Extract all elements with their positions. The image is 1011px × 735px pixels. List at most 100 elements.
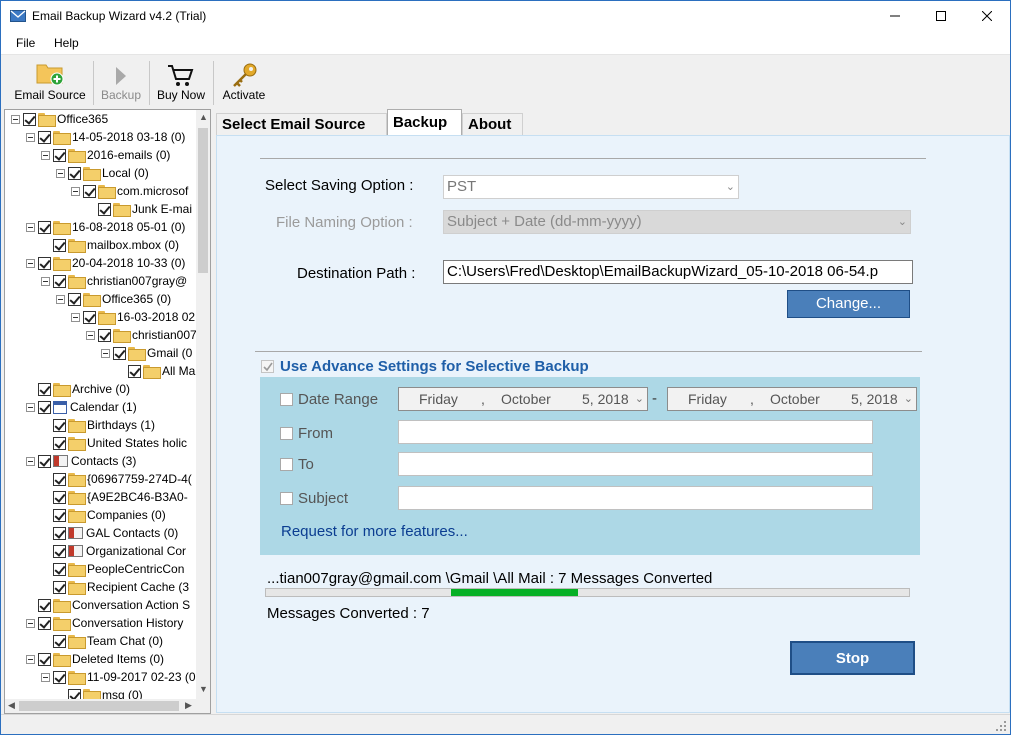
tab-backup[interactable]: Backup (387, 109, 462, 136)
tree-item[interactable]: com.microsof (71, 182, 188, 200)
tab-select-email-source[interactable]: Select Email Source (216, 113, 387, 136)
tree-item[interactable]: Office365 (0) (56, 290, 171, 308)
tree-item[interactable]: msg (0) (56, 686, 143, 699)
stop-button[interactable]: Stop (790, 641, 915, 675)
saving-option-select[interactable]: PST ⌄ (443, 175, 739, 199)
tree-item[interactable]: 16-08-2018 05-01 (0) (26, 218, 185, 236)
activate-button[interactable]: Activate (217, 58, 271, 106)
end-date-picker[interactable]: Friday , October 5, 2018 ⌄ (667, 387, 917, 411)
tree-item[interactable]: 20-04-2018 10-33 (0) (26, 254, 185, 272)
scroll-left-icon[interactable]: ◀ (8, 700, 15, 711)
tree-item-checkbox[interactable] (38, 598, 51, 612)
tree-item-checkbox[interactable] (38, 616, 51, 630)
tree-item-checkbox[interactable] (113, 346, 126, 360)
tree-horizontal-scrollbar[interactable]: ◀ ▶ (5, 699, 210, 713)
tree-item-checkbox[interactable] (53, 508, 66, 522)
tree-item[interactable]: {06967759-274D-4( (41, 470, 192, 488)
tree-item-checkbox[interactable] (53, 544, 66, 558)
buy-now-button[interactable]: Buy Now (153, 58, 209, 106)
tree-item[interactable]: Team Chat (0) (41, 632, 163, 650)
tree-item[interactable]: 2016-emails (0) (41, 146, 170, 164)
collapse-icon[interactable] (86, 330, 95, 340)
tree-item-checkbox[interactable] (53, 490, 66, 504)
collapse-icon[interactable] (101, 348, 110, 358)
tree-item[interactable]: Deleted Items (0) (26, 650, 164, 668)
scroll-up-icon[interactable]: ▲ (199, 112, 208, 122)
collapse-icon[interactable] (41, 672, 50, 682)
tree-item-checkbox[interactable] (53, 580, 66, 594)
tree-item-checkbox[interactable] (38, 130, 51, 144)
tree-item[interactable]: Junk E-mai (86, 200, 192, 218)
tree-item[interactable]: Calendar (1) (26, 398, 137, 416)
collapse-icon[interactable] (26, 222, 35, 232)
tree-item[interactable]: Organizational Cor (41, 542, 186, 560)
tree-item-checkbox[interactable] (53, 634, 66, 648)
destination-path-input[interactable]: C:\Users\Fred\Desktop\EmailBackupWizard_… (443, 260, 913, 284)
start-date-picker[interactable]: Friday , October 5, 2018 ⌄ (398, 387, 648, 411)
tree-item[interactable]: Local (0) (56, 164, 149, 182)
tree-item-checkbox[interactable] (38, 652, 51, 666)
tree-item[interactable]: PeopleCentricCon (41, 560, 184, 578)
collapse-icon[interactable] (56, 168, 65, 178)
tree-item[interactable]: Contacts (3) (26, 452, 136, 470)
date-range-checkbox[interactable] (280, 393, 293, 406)
collapse-icon[interactable] (71, 186, 80, 196)
request-features-link[interactable]: Request for more features... (281, 523, 468, 540)
tree-item-checkbox[interactable] (53, 562, 66, 576)
scroll-right-icon[interactable]: ▶ (185, 700, 192, 711)
tree-item-checkbox[interactable] (53, 436, 66, 450)
tree-item-checkbox[interactable] (68, 292, 81, 306)
tree-item[interactable]: Gmail (0 (101, 344, 192, 362)
subject-checkbox[interactable] (280, 492, 293, 505)
tree-item[interactable]: {A9E2BC46-B3A0- (41, 488, 188, 506)
tree-item[interactable]: Conversation Action S (26, 596, 190, 614)
collapse-icon[interactable] (26, 132, 35, 142)
menu-help[interactable]: Help (54, 36, 79, 50)
tree-item[interactable]: mailbox.mbox (0) (41, 236, 179, 254)
tree-item-checkbox[interactable] (38, 454, 51, 468)
menu-file[interactable]: File (16, 36, 35, 50)
tree-item-checkbox[interactable] (53, 418, 66, 432)
collapse-icon[interactable] (71, 312, 80, 322)
scrollbar-thumb[interactable] (198, 128, 208, 273)
backup-toolbar-button[interactable]: Backup (97, 58, 145, 106)
tree-item-checkbox[interactable] (38, 256, 51, 270)
tree-item-checkbox[interactable] (38, 400, 51, 414)
scrollbar-thumb[interactable] (19, 701, 179, 711)
advance-settings-checkbox[interactable] (261, 360, 274, 373)
tree-item[interactable]: United States holic (41, 434, 187, 452)
tree-item[interactable]: GAL Contacts (0) (41, 524, 178, 542)
subject-input[interactable] (398, 486, 873, 510)
tree-item-checkbox[interactable] (53, 670, 66, 684)
tree-item-checkbox[interactable] (53, 526, 66, 540)
collapse-icon[interactable] (41, 150, 50, 160)
tree-item[interactable]: Office365 (11, 110, 108, 128)
tree-item-checkbox[interactable] (23, 112, 36, 126)
tree-item-checkbox[interactable] (68, 688, 81, 699)
close-button[interactable] (964, 1, 1010, 31)
tree-item-checkbox[interactable] (38, 220, 51, 234)
tree-item-checkbox[interactable] (53, 148, 66, 162)
maximize-button[interactable] (918, 1, 964, 31)
tree-item-checkbox[interactable] (53, 238, 66, 252)
tree-item-checkbox[interactable] (53, 472, 66, 486)
tree-item[interactable]: Birthdays (1) (41, 416, 155, 434)
tab-about[interactable]: About (462, 113, 523, 136)
tree-item[interactable]: 14-05-2018 03-18 (0) (26, 128, 185, 146)
collapse-icon[interactable] (26, 654, 35, 664)
tree-item[interactable]: Archive (0) (26, 380, 130, 398)
tree-item[interactable]: Companies (0) (41, 506, 166, 524)
tree-item-checkbox[interactable] (98, 328, 111, 342)
resize-grip-icon[interactable] (995, 720, 1007, 732)
tree-vertical-scrollbar[interactable]: ▲ ▼ (196, 110, 210, 699)
from-checkbox[interactable] (280, 427, 293, 440)
tree-item[interactable]: All Ma (116, 362, 195, 380)
collapse-icon[interactable] (26, 618, 35, 628)
email-source-button[interactable]: Email Source (10, 58, 90, 106)
tree-item[interactable]: 11-09-2017 02-23 (0 (41, 668, 196, 686)
tree-item[interactable]: 16-03-2018 02 (71, 308, 195, 326)
tree-item-checkbox[interactable] (98, 202, 111, 216)
to-input[interactable] (398, 452, 873, 476)
from-input[interactable] (398, 420, 873, 444)
naming-option-select[interactable]: Subject + Date (dd-mm-yyyy) ⌄ (443, 210, 911, 234)
